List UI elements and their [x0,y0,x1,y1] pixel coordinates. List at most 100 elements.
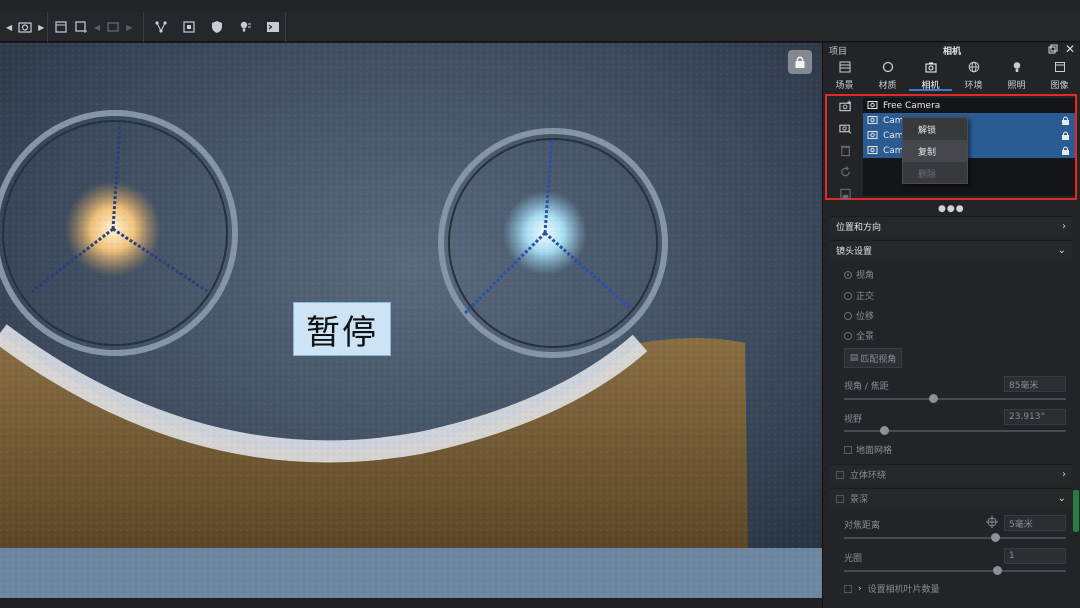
section-lens[interactable]: 镜头设置 ⌄ [830,240,1072,260]
button-label: 匹配视角 [860,354,897,365]
tab-label: 材质 [878,81,897,91]
close-icon[interactable]: ✕ [1065,42,1075,56]
lens-option-shift[interactable]: 位移 [844,309,874,322]
fov-label: 视角 / 焦距 [844,382,889,392]
camera-list-tools [827,96,863,200]
ground-grid-toggle[interactable]: 地面网格 [844,443,892,456]
lens-option-panoramic[interactable]: 全景 [844,329,874,342]
checkbox-icon[interactable] [836,470,844,479]
scene-next-arrow-icon: ▶ [126,22,133,32]
camera-icon [867,99,878,113]
section-title: 镜头设置 [836,247,873,257]
add-scene-icon[interactable] [74,20,88,34]
section-head: 景深 [836,492,868,505]
tab-material[interactable]: 材质 [866,61,909,91]
camera-icon [867,129,878,143]
camera-name: Free Camera [883,100,941,111]
project-label[interactable]: 项目 [829,44,847,57]
scrollbar-indicator[interactable] [1073,490,1079,532]
focus-distance-label: 对焦距离 [844,521,881,531]
fov-input[interactable]: 85毫米 [1004,376,1066,392]
option-label: 设置相机叶片数量 [867,585,940,595]
section-position[interactable]: 位置和方向 › [830,216,1072,236]
section-title: 景深 [850,495,869,505]
option-label: 地面网格 [856,446,893,456]
terminal-icon[interactable] [266,20,280,34]
option-label: 位移 [856,312,875,322]
more-dots-icon[interactable]: ●●● [938,204,965,214]
radio-icon [844,291,852,300]
radio-icon [844,331,852,340]
reset-icon[interactable] [839,165,852,178]
aperture-slider[interactable] [844,570,1066,572]
camera-row[interactable]: Cam [863,128,1075,143]
context-menu: 解锁 复制 删除 [902,117,968,184]
menu-item-copy[interactable]: 复制 [903,140,967,162]
fov-slider[interactable] [844,398,1066,400]
camera-icon [867,144,878,158]
section-stereo[interactable]: 立体环绕 › [830,464,1072,484]
focus-distance-input[interactable]: 5毫米 [1004,515,1066,531]
tab-image[interactable]: 图像 [1038,61,1080,91]
material-graph-icon[interactable] [154,20,168,34]
tab-scene[interactable]: 场景 [823,61,866,91]
view-input[interactable]: 23.913° [1004,409,1066,425]
render-icon[interactable] [182,20,196,34]
save-camera-icon[interactable] [839,187,852,200]
chevron-right-icon: › [1062,221,1066,232]
camera-name: Cam [883,115,904,126]
focus-slider-thumb[interactable] [990,533,1000,542]
camera-icon [867,114,878,128]
render-viewport[interactable] [0,43,822,598]
checkbox-icon[interactable] [836,494,844,503]
aperture-label: 光圈 [844,554,863,564]
camera-row[interactable]: Free Camera [863,98,1075,113]
tab-label: 照明 [1007,81,1026,91]
match-icon: ▤ [849,353,859,363]
panel-header: 项目 相机 ✕ [823,42,1080,57]
tab-label: 场景 [835,81,854,91]
section-dof[interactable]: 景深 ⌄ [830,488,1072,508]
top-strip [0,0,1080,12]
view-slider-thumb[interactable] [879,426,889,435]
option-label: 正交 [856,292,875,302]
viewport-lock-icon[interactable] [788,50,812,74]
blade-count-toggle[interactable]: › 设置相机叶片数量 [844,582,940,595]
chevron-right-icon: › [1062,469,1066,480]
scene-group: ◀ ▶ [48,12,144,42]
menu-item-delete: 删除 [918,169,937,180]
environment-icon [968,61,980,76]
prev-arrow-icon[interactable]: ◀ [6,23,12,32]
camera-row[interactable]: Cam [863,113,1075,128]
camera-nav-icon[interactable] [18,20,32,34]
shield-icon[interactable] [210,20,224,34]
view-slider[interactable] [844,430,1066,432]
lens-option-perspective[interactable]: 视角 [844,268,874,281]
focus-slider[interactable] [844,537,1066,539]
new-scene-icon[interactable] [54,20,68,34]
tab-camera[interactable]: 相机 [909,61,952,91]
tab-lighting[interactable]: 照明 [995,61,1038,91]
panel-title: 相机 [943,47,962,57]
next-arrow-icon[interactable]: ▶ [38,23,44,32]
add-camera-icon[interactable] [838,99,852,112]
aperture-input[interactable]: 1 [1004,548,1066,564]
section-title: 立体环绕 [850,471,887,481]
lens-option-ortho[interactable]: 正交 [844,289,874,302]
lock-icon[interactable] [1060,115,1071,129]
light-icon[interactable] [238,20,252,34]
checkbox-icon [844,445,852,454]
menu-item-unlock[interactable]: 解锁 [903,118,967,140]
lock-icon[interactable] [1060,130,1071,144]
match-view-button[interactable]: ▤ 匹配视角 [844,348,902,368]
material-icon [882,61,894,76]
float-window-icon[interactable] [1048,44,1058,54]
focus-picker-icon[interactable] [986,516,998,531]
lock-icon[interactable] [1060,145,1071,159]
fov-slider-thumb[interactable] [928,394,938,403]
chevron-down-icon: ⌄ [1057,245,1066,256]
delete-icon[interactable] [839,143,852,156]
camera-row[interactable]: Cam [863,143,1075,158]
duplicate-camera-icon[interactable] [838,121,852,134]
tab-environment[interactable]: 环境 [952,61,995,91]
